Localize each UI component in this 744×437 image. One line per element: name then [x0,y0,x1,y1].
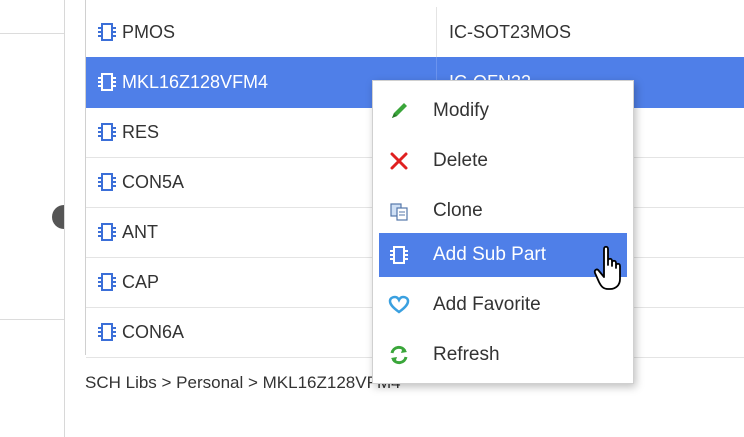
chip-icon [98,123,116,141]
chip-icon [98,23,116,41]
breadcrumb: SCH Libs > Personal > MKL16Z128VFM4 [85,373,401,392]
chip-icon [98,323,116,341]
menu-item-label: Refresh [433,344,500,365]
part-name: CAP [122,271,160,292]
part-name: PMOS [122,21,176,42]
footprint-name: IC-SOT23MOS [449,21,572,42]
pencil-icon [387,99,411,123]
chip-icon [98,173,116,191]
menu-item-delete[interactable]: Delete [379,139,627,183]
part-name: RES [122,121,160,142]
chip-icon [98,273,116,291]
menu-item-clone[interactable]: Clone [379,189,627,233]
sub-part-icon [387,243,411,267]
menu-item-modify[interactable]: Modify [379,89,627,133]
panel-divider [0,319,64,320]
menu-item-label: Delete [433,150,488,171]
menu-item-label: Add Sub Part [433,244,547,265]
part-name: MKL16Z128VFM4 [122,71,269,92]
chip-icon [98,73,116,91]
part-name: CON5A [122,171,185,192]
menu-item-label: Add Favorite [433,294,541,315]
footprint-cell: IC-SOT23MOS [436,7,744,57]
clone-icon [387,199,411,223]
menu-item-label: Clone [433,200,483,221]
part-name: CON6A [122,321,185,342]
menu-item-add-favorite[interactable]: Add Favorite [379,283,627,327]
menu-item-refresh[interactable]: Refresh [379,333,627,377]
chip-icon [98,223,116,241]
heart-icon [387,293,411,317]
part-name: ANT [122,221,158,242]
table-row[interactable]: PMOS IC-SOT23MOS [86,7,744,58]
refresh-icon [387,343,411,367]
menu-item-add-sub-part[interactable]: Add Sub Part [379,233,627,277]
hand-pointer-icon [593,245,621,290]
menu-item-label: Modify [433,100,489,121]
panel-divider [0,33,64,34]
context-menu: Modify Delete Clone Add Sub Part Add Fav… [372,80,634,384]
delete-x-icon [387,149,411,173]
part-name-cell: PMOS [96,7,426,57]
